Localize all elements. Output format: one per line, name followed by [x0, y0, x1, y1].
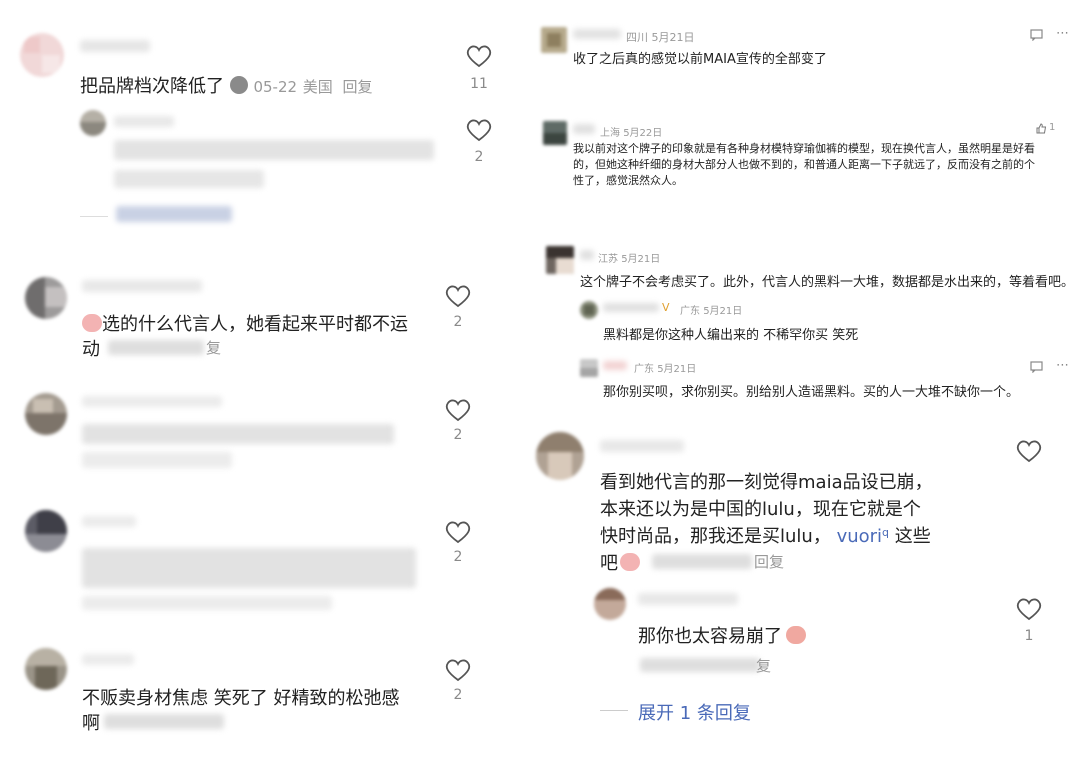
divider — [600, 710, 628, 711]
like-count: 2 — [453, 427, 463, 443]
comment-text: 本来还以为是中国的lulu，现在它就是个 — [600, 499, 921, 520]
like-count: 2 — [453, 687, 463, 703]
username-blurred — [573, 124, 595, 134]
username-blurred — [82, 654, 134, 665]
avatar[interactable] — [25, 648, 67, 690]
peach-crying-emoji-icon — [620, 553, 640, 571]
comment-text: 动 — [82, 339, 100, 360]
comment-text-blurred — [114, 170, 264, 188]
vuori-link[interactable]: vuori — [837, 526, 882, 547]
comment-text-blurred — [82, 596, 332, 610]
avatar[interactable] — [25, 277, 67, 319]
username-blurred — [80, 40, 150, 52]
heart-icon[interactable] — [1016, 439, 1042, 463]
comment-icon[interactable] — [1030, 29, 1043, 41]
search-superscript-icon: q — [882, 526, 890, 539]
avatar[interactable] — [25, 510, 67, 552]
reply-meta-blurred — [116, 206, 232, 222]
reply-meta-blurred — [108, 340, 204, 355]
like-count: 2 — [453, 549, 463, 565]
reply-text: 黑料都是你这种人编出来的 不稀罕你买 笑死 — [603, 328, 859, 343]
avatar[interactable] — [580, 359, 598, 377]
comment-meta: 江苏 5月21日 — [598, 254, 661, 265]
avatar[interactable] — [580, 301, 598, 319]
avatar[interactable] — [536, 432, 584, 480]
like-count: 2 — [453, 314, 463, 330]
username-blurred — [603, 303, 659, 312]
comment-text: 我以前对这个牌子的印象就是有各种身材模特穿瑜伽裤的模型，现在换代言人，虽然明星是… — [573, 142, 1035, 155]
reply-link[interactable]: 回复 — [343, 78, 373, 96]
username-blurred — [603, 361, 627, 370]
avatar[interactable] — [80, 110, 106, 136]
comment-text: 不贩卖身材焦虑 笑死了 好精致的松弛感 — [82, 688, 400, 709]
username-blurred — [82, 280, 202, 292]
heart-icon[interactable] — [466, 118, 492, 142]
comment-text: 看到她代言的那一刻觉得maia品设已崩， — [600, 472, 933, 493]
like-count: 11 — [470, 76, 488, 92]
poop-emoji-icon — [229, 76, 248, 94]
avatar[interactable] — [543, 121, 567, 145]
peach-crying-emoji-icon — [82, 314, 102, 332]
reply-text: 那你别买呗，求你别买。别给别人造谣黑料。买的人一大堆不缺你一个。 — [603, 385, 1020, 400]
comment-text: 的，但她这种纤细的身材大部分人也做不到的，和普通人距离一下子就远了，反而没有之前… — [573, 158, 1035, 171]
comment-text: 快时尚品，那我还是买lulu， vuoriq 这些 — [600, 526, 931, 547]
comment-meta: 广东 5月21日 — [634, 364, 697, 375]
avatar[interactable] — [20, 33, 64, 77]
comment-meta: 四川 5月21日 — [626, 31, 695, 44]
comment-text: 吧 — [600, 549, 640, 575]
peach-emoji-icon — [786, 626, 806, 644]
comment-icon[interactable] — [1030, 361, 1043, 373]
divider — [80, 216, 108, 217]
more-icon[interactable]: ⋯ — [1056, 358, 1069, 373]
username-blurred — [82, 516, 136, 527]
heart-icon[interactable] — [445, 658, 471, 682]
reply-meta-blurred — [652, 554, 752, 569]
like-count: 2 — [474, 149, 484, 165]
comment-text: 啊 — [82, 713, 100, 734]
reply-text: 那你也太容易崩了 — [638, 622, 806, 648]
reply-link[interactable]: 复 — [206, 337, 221, 358]
comment-text: 性了，感觉泯然众人。 — [573, 174, 683, 187]
reply-meta-blurred — [104, 714, 224, 729]
avatar[interactable] — [541, 27, 567, 53]
heart-icon[interactable] — [445, 520, 471, 544]
like-count: 1 — [1049, 122, 1056, 133]
avatar[interactable] — [546, 246, 574, 274]
comment-meta: 上海 5月22日 — [600, 128, 663, 139]
comment-meta: 广东 5月21日 — [680, 306, 743, 317]
thumbs-up-icon[interactable] — [1036, 123, 1047, 134]
comment-text-blurred — [82, 424, 394, 444]
comment-text: 这个牌子不会考虑买了。此外，代言人的黑料一大堆，数据都是水出来的，等着看吧。 — [580, 275, 1075, 290]
like-count: 1 — [1024, 628, 1034, 644]
heart-icon[interactable] — [445, 284, 471, 308]
username-blurred — [638, 593, 738, 605]
more-icon[interactable]: ⋯ — [1056, 26, 1069, 41]
username-blurred — [580, 250, 594, 260]
comment-text-blurred — [114, 140, 434, 160]
username-blurred — [600, 440, 684, 452]
comment-text-blurred — [82, 452, 232, 468]
reply-meta-blurred — [640, 658, 760, 672]
avatar[interactable] — [594, 588, 626, 620]
reply-link[interactable]: 复 — [756, 655, 771, 676]
comment-text: 把品牌档次降低了 05-22 美国 回复 — [80, 76, 373, 97]
username-blurred — [573, 29, 621, 39]
avatar[interactable] — [25, 393, 67, 435]
expand-replies-button[interactable]: 展开 1 条回复 — [638, 699, 751, 725]
comment-text-blurred — [82, 548, 416, 588]
comment-text: 选的什么代言人，她看起来平时都不运 — [82, 310, 408, 336]
heart-icon[interactable] — [466, 44, 492, 68]
username-blurred — [82, 396, 222, 407]
verified-badge: V — [662, 301, 670, 314]
heart-icon[interactable] — [445, 398, 471, 422]
heart-icon[interactable] — [1016, 597, 1042, 621]
reply-link[interactable]: 回复 — [754, 551, 784, 572]
comment-text: 收了之后真的感觉以前MAIA宣传的全部变了 — [573, 52, 827, 67]
username-blurred — [114, 116, 174, 127]
